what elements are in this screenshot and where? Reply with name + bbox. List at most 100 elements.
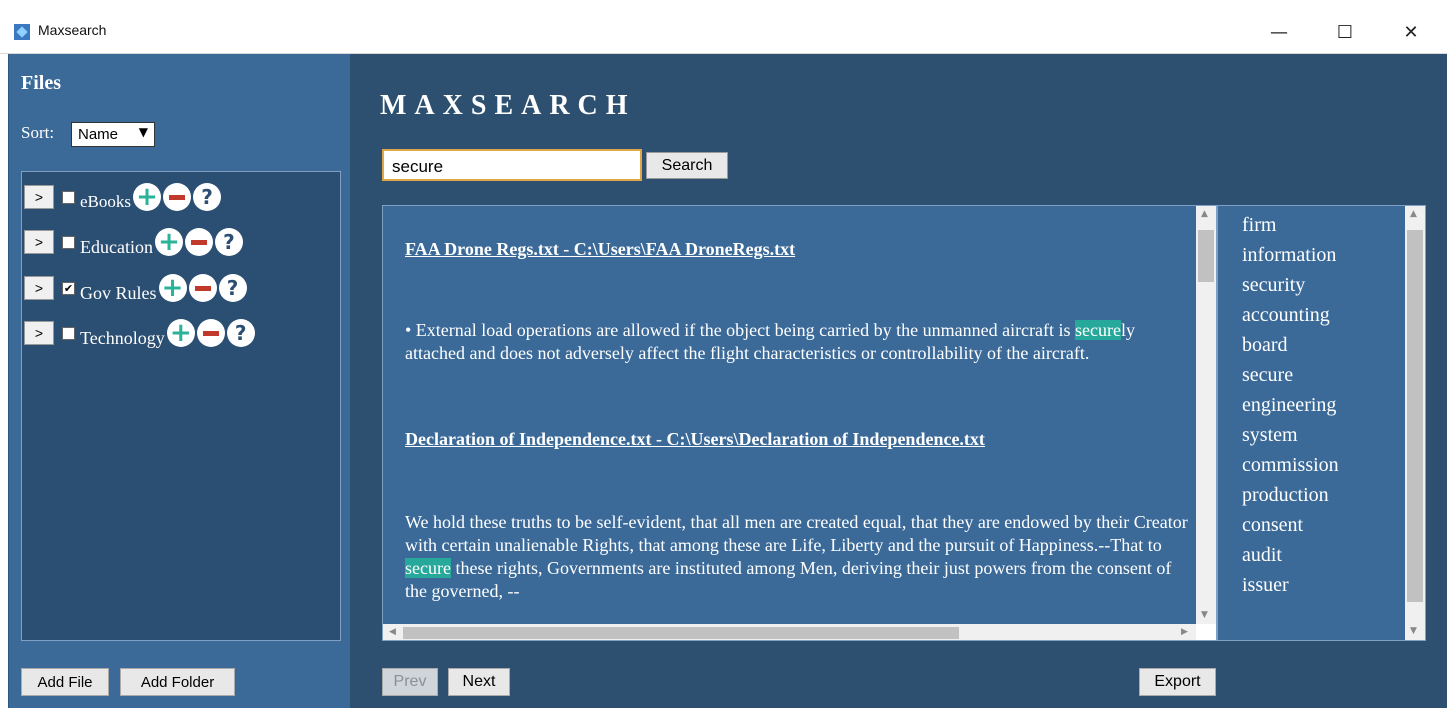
expand-button[interactable]: > xyxy=(24,185,54,209)
close-button[interactable]: ✕ xyxy=(1388,14,1434,50)
question-icon: ? xyxy=(226,276,239,300)
sort-dropdown[interactable]: Name ▼ xyxy=(71,122,155,147)
plus-icon: + xyxy=(158,227,180,257)
title-bar: Maxsearch — ☐ ✕ xyxy=(0,0,1447,54)
keywords-vertical-scrollbar[interactable]: ▲ ▼ xyxy=(1405,206,1425,640)
keyword-item[interactable]: consent xyxy=(1242,510,1402,540)
remove-icon[interactable] xyxy=(163,183,191,211)
plus-icon: + xyxy=(161,273,184,303)
window-title: Maxsearch xyxy=(38,22,107,38)
next-button[interactable]: Next xyxy=(448,668,510,696)
search-input[interactable]: secure xyxy=(382,149,642,181)
add-folder-button[interactable]: Add Folder xyxy=(120,668,235,696)
add-icon[interactable]: + xyxy=(166,318,195,348)
main-panel: MAXSEARCH secure Search FAA Drone Regs.t… xyxy=(350,54,1447,708)
search-button[interactable]: Search xyxy=(646,152,728,179)
folder-row-gov-rules: > ✔ Gov Rules + ? xyxy=(22,268,247,308)
folder-tree: > eBooks + ? > Education + ? > ✔ Gov Rul… xyxy=(21,171,341,641)
files-sidebar: Files Sort: Name ▼ > eBooks + ? > Educat… xyxy=(8,54,350,708)
keyword-item[interactable]: commission xyxy=(1242,450,1402,480)
search-match-highlight: secure xyxy=(405,558,451,578)
folder-row-education: > Education + ? xyxy=(22,222,243,262)
add-icon[interactable]: + xyxy=(158,273,187,303)
sort-label: Sort: xyxy=(21,123,55,142)
dropdown-arrow-icon: ▼ xyxy=(138,125,148,139)
scroll-left-icon[interactable]: ◀ xyxy=(389,627,396,637)
snippet-text: • External load operations are allowed i… xyxy=(405,320,1076,340)
keyword-item[interactable]: issuer xyxy=(1242,570,1402,600)
scroll-down-icon[interactable]: ▼ xyxy=(1201,610,1208,620)
keyword-item[interactable]: security xyxy=(1242,270,1402,300)
scroll-corner xyxy=(1196,624,1216,640)
keyword-item[interactable]: board xyxy=(1242,330,1402,360)
folder-label: Education xyxy=(80,236,153,257)
keyword-item[interactable]: system xyxy=(1242,420,1402,450)
maximize-button[interactable]: ☐ xyxy=(1322,14,1368,50)
remove-icon[interactable] xyxy=(184,228,213,256)
scroll-up-icon[interactable]: ▲ xyxy=(1201,209,1208,219)
keywords-pane: firm information security accounting board se… xyxy=(1217,205,1426,641)
results-vertical-scrollbar[interactable]: ▲ ▼ xyxy=(1196,206,1216,624)
search-match-highlight: secure xyxy=(1075,320,1122,340)
keyword-item[interactable]: information xyxy=(1242,240,1402,270)
scrollbar-thumb[interactable] xyxy=(403,627,959,639)
snippet-text: We hold these truths to be self-evident,… xyxy=(405,512,1188,555)
keyword-item[interactable]: secure xyxy=(1242,360,1402,390)
minus-icon xyxy=(202,330,219,336)
folder-label: Technology xyxy=(80,327,165,348)
minus-icon xyxy=(169,194,185,200)
question-icon: ? xyxy=(234,321,247,345)
expand-button[interactable]: > xyxy=(24,321,54,345)
add-icon[interactable]: + xyxy=(154,227,183,257)
results-pane: FAA Drone Regs.txt - C:\Users\FAA DroneR… xyxy=(382,205,1217,641)
scroll-right-icon[interactable]: ▶ xyxy=(1181,627,1188,637)
app-icon xyxy=(14,24,30,40)
result-snippet: We hold these truths to be self-evident,… xyxy=(405,511,1190,603)
help-icon[interactable]: ? xyxy=(226,319,255,347)
help-icon[interactable]: ? xyxy=(218,274,247,302)
result-snippet: • External load operations are allowed i… xyxy=(405,319,1190,365)
folder-checkbox[interactable] xyxy=(62,235,75,249)
add-icon[interactable]: + xyxy=(133,183,161,211)
minus-icon xyxy=(190,239,207,245)
scroll-down-icon[interactable]: ▼ xyxy=(1410,626,1417,636)
expand-button[interactable]: > xyxy=(24,276,54,300)
results-horizontal-scrollbar[interactable]: ◀ ▶ xyxy=(383,624,1196,640)
files-heading: Files xyxy=(21,72,61,94)
keyword-list: firm information security accounting board se… xyxy=(1242,210,1402,600)
keyword-item[interactable]: accounting xyxy=(1242,300,1402,330)
question-icon: ? xyxy=(201,185,213,209)
keyword-item[interactable]: production xyxy=(1242,480,1402,510)
prev-button[interactable]: Prev xyxy=(382,668,438,696)
minus-icon xyxy=(194,285,211,291)
page-title: MAXSEARCH xyxy=(380,90,636,121)
expand-button[interactable]: > xyxy=(24,230,54,254)
export-button[interactable]: Export xyxy=(1139,668,1216,696)
folder-row-ebooks: > eBooks + ? xyxy=(22,177,221,217)
scrollbar-thumb[interactable] xyxy=(1198,230,1214,282)
keyword-item[interactable]: engineering xyxy=(1242,390,1402,420)
snippet-text: these rights, Governments are instituted… xyxy=(405,558,1172,601)
add-file-button[interactable]: Add File xyxy=(21,668,109,696)
scrollbar-thumb[interactable] xyxy=(1407,230,1423,602)
help-icon[interactable]: ? xyxy=(193,183,221,211)
question-icon: ? xyxy=(223,230,235,254)
folder-label: Gov Rules xyxy=(80,282,157,303)
folder-checkbox[interactable] xyxy=(62,190,75,204)
plus-icon: + xyxy=(136,182,158,212)
folder-checkbox[interactable] xyxy=(62,326,75,340)
remove-icon[interactable] xyxy=(196,319,225,347)
plus-icon: + xyxy=(169,318,192,348)
sort-value: Name xyxy=(78,126,119,143)
remove-icon[interactable] xyxy=(188,274,217,302)
folder-row-technology: > Technology + ? xyxy=(22,313,255,353)
keyword-item[interactable]: firm xyxy=(1242,210,1402,240)
help-icon[interactable]: ? xyxy=(214,228,243,256)
result-link[interactable]: Declaration of Independence.txt - C:\Use… xyxy=(405,429,985,450)
scroll-up-icon[interactable]: ▲ xyxy=(1410,209,1417,219)
folder-checkbox[interactable]: ✔ xyxy=(62,281,75,295)
minimize-button[interactable]: — xyxy=(1256,14,1302,50)
result-link[interactable]: FAA Drone Regs.txt - C:\Users\FAA DroneR… xyxy=(405,239,795,260)
folder-label: eBooks xyxy=(80,192,131,211)
keyword-item[interactable]: audit xyxy=(1242,540,1402,570)
